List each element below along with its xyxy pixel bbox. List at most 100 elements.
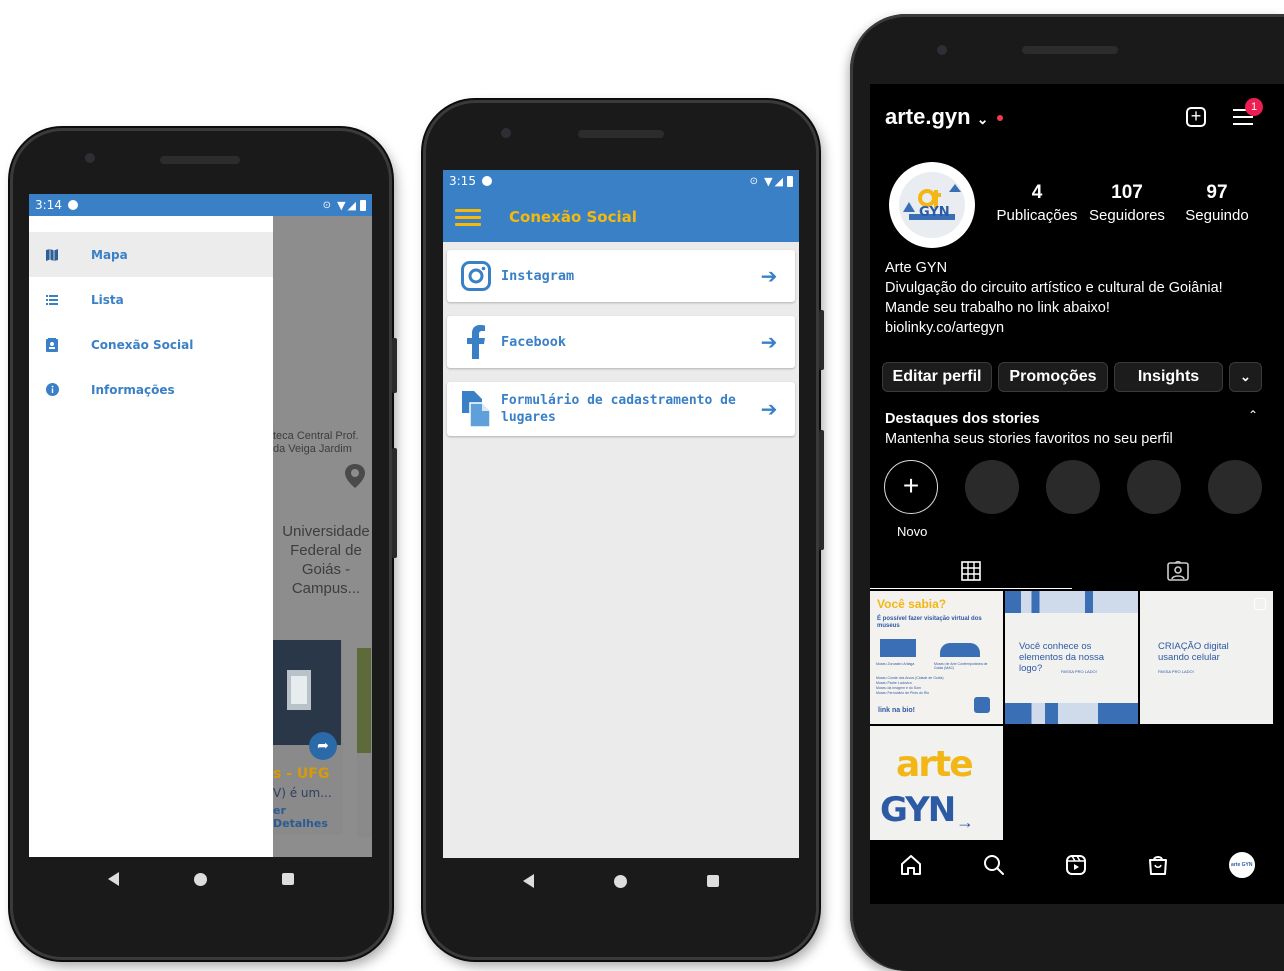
system-nav-bar — [70, 868, 332, 890]
arrow-right-icon: ➔ — [760, 264, 778, 288]
app-bar: Conexão Social — [443, 192, 799, 242]
new-highlight-button[interactable]: + — [884, 460, 938, 514]
map-place-photo — [273, 640, 341, 745]
wifi-icon: ▼ — [337, 198, 346, 212]
home-icon[interactable] — [899, 853, 923, 877]
directions-button[interactable]: ➦ — [309, 732, 337, 760]
info-icon — [45, 383, 59, 397]
post-logo-text-top: arte — [896, 744, 974, 785]
edit-profile-button[interactable]: Editar perfil — [882, 362, 992, 392]
app-notification-icon — [67, 200, 78, 210]
chevron-down-icon: ⌄ — [1240, 369, 1251, 384]
arrow-right-icon: ➔ — [760, 330, 778, 354]
phone-1-frame: 3:14 ⊙ ▼ ◢ teca Central Prof. da Veiga J… — [10, 128, 397, 960]
post-text: CRIAÇÃO digital usando celular — [1158, 641, 1229, 663]
highlight-placeholder — [965, 460, 1019, 514]
multi-image-icon — [1254, 598, 1266, 610]
map-place-card[interactable]: ➦ s - UFG V) é um... er Detalhes — [273, 640, 343, 835]
tab-tagged[interactable] — [1072, 554, 1284, 588]
map-university-label: Universidade Federal de Goiás - Campus..… — [282, 523, 370, 597]
back-icon[interactable] — [107, 872, 119, 886]
create-post-icon[interactable]: + — [1186, 107, 1206, 127]
drawer-item-informacoes[interactable]: Informações — [29, 367, 273, 412]
location-icon: ⊙ — [749, 175, 759, 187]
arte-gyn-logo: GYN — [899, 172, 965, 238]
insights-button[interactable]: Insights — [1114, 362, 1223, 392]
profile-username[interactable]: arte.gyn ⌄ — [885, 104, 1003, 130]
map-card-title: s - UFG — [273, 766, 330, 782]
profile-bio: Arte GYN Divulgação do circuito artístic… — [885, 258, 1223, 338]
tagged-person-icon — [1167, 561, 1189, 581]
profile-tab-avatar[interactable]: arte GYN — [1228, 852, 1255, 878]
post-thumbnail[interactable]: CRIAÇÃO digital usando celular PASSA PRO… — [1140, 591, 1273, 724]
map-place-label: teca Central Prof. da Veiga Jardim — [273, 430, 359, 456]
post-city-illustration-top — [1005, 591, 1138, 613]
list-icon — [45, 293, 59, 307]
signal-icon: ◢ — [774, 174, 783, 188]
recents-icon[interactable] — [282, 873, 295, 885]
stat-publicacoes[interactable]: 4 Publicações — [992, 182, 1082, 224]
chevron-up-icon[interactable]: ⌃ — [1248, 408, 1258, 422]
bio-name: Arte GYN — [885, 260, 948, 276]
form-document-icon — [457, 390, 495, 428]
map-place-label-line2: da Veiga Jardim — [273, 443, 352, 455]
menu-hamburger-icon[interactable] — [455, 205, 481, 230]
profile-tab-logo: arte GYN — [1231, 861, 1253, 868]
volume-button — [819, 430, 824, 550]
post-link: link na bio! — [878, 707, 915, 714]
post-logo-text-bottom: GYN — [880, 790, 956, 830]
home-icon[interactable] — [614, 874, 627, 888]
phone-2-frame: 3:15 ⊙ ▼ ◢ Conexão Social Instagram ➔ Fa… — [423, 100, 824, 960]
speaker-grille — [160, 156, 240, 164]
post-thumbnail[interactable]: Você sabia? É possível fazer visitação v… — [870, 591, 1003, 724]
recents-icon[interactable] — [707, 875, 719, 887]
front-camera — [501, 128, 511, 138]
post-thumbnail[interactable]: arte GYN → — [870, 726, 1003, 840]
stat-seguindo[interactable]: 97 Seguindo — [1172, 182, 1262, 224]
stat-seguidores[interactable]: 107 Seguidores — [1082, 182, 1172, 224]
list-item-label: Instagram — [501, 267, 575, 284]
map-card-desc: V) é um... — [273, 786, 332, 800]
list-item-label: Formulário de cadastramento de lugares — [501, 393, 736, 425]
suggested-accounts-button[interactable]: ⌄ — [1229, 362, 1262, 392]
battery-icon — [787, 175, 793, 187]
drawer-item-conexao-social[interactable]: Conexão Social — [29, 322, 273, 367]
front-camera — [937, 45, 947, 55]
post-thumbnail[interactable]: Você conhece os elementos da nossa logo?… — [1005, 591, 1138, 724]
map-card-details-link[interactable]: er Detalhes — [273, 804, 343, 830]
bio-link[interactable]: biolinky.co/artegyn — [885, 318, 1223, 338]
list-item-facebook[interactable]: Facebook ➔ — [447, 316, 795, 368]
facebook-icon — [457, 323, 495, 361]
avatar[interactable]: GYN — [889, 162, 975, 248]
post-swipe-hint: PASSA PRO LADO! — [1158, 669, 1194, 674]
highlight-placeholder — [1046, 460, 1100, 514]
highlight-placeholder — [1208, 460, 1262, 514]
svg-text:GYN: GYN — [919, 205, 950, 220]
battery-icon — [360, 199, 366, 211]
signal-icon: ◢ — [347, 198, 356, 212]
instagram-icon — [457, 257, 495, 295]
shop-bag-icon[interactable] — [1146, 853, 1170, 877]
home-icon[interactable] — [193, 872, 207, 886]
promotions-button[interactable]: Promoções — [998, 362, 1108, 392]
speaker-grille — [578, 130, 664, 138]
map-card-next[interactable] — [357, 648, 372, 838]
drawer-item-mapa[interactable]: Mapa — [29, 232, 273, 277]
location-icon: ⊙ — [322, 199, 332, 211]
tab-posts-grid[interactable] — [870, 554, 1072, 589]
arrow-right-icon: → — [956, 812, 974, 832]
contact-card-icon — [45, 337, 59, 352]
back-icon[interactable] — [523, 874, 534, 888]
instagram-profile-screen: arte.gyn ⌄ + 1 GYN 4 Publicações 107 Seg… — [870, 84, 1284, 904]
highlights-subtitle: Mantenha seus stories favoritos no seu p… — [885, 431, 1173, 447]
status-time: 3:15 — [449, 174, 476, 188]
reels-icon[interactable] — [1064, 853, 1088, 877]
username-text: arte.gyn — [885, 104, 971, 129]
list-item-label: Facebook — [501, 333, 567, 350]
list-item-formulario[interactable]: Formulário de cadastramento de lugares ➔ — [447, 382, 795, 436]
search-icon[interactable] — [982, 853, 1006, 877]
live-dot — [996, 115, 1003, 122]
drawer-item-lista[interactable]: Lista — [29, 277, 273, 322]
map-icon — [45, 248, 59, 262]
list-item-instagram[interactable]: Instagram ➔ — [447, 250, 795, 302]
